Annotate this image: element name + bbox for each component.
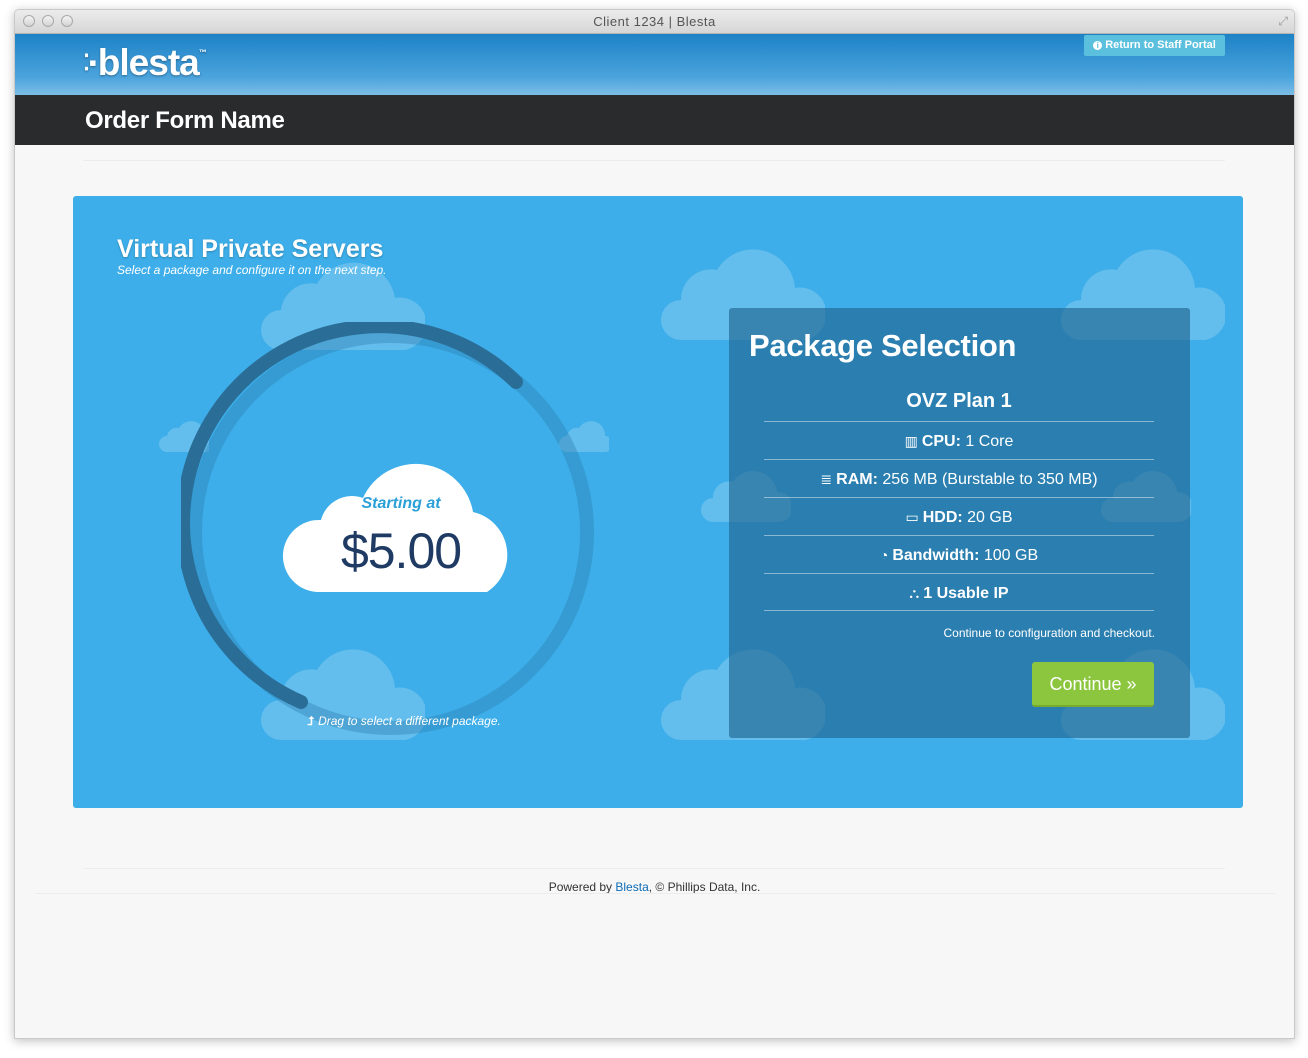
continue-button[interactable]: Continue » xyxy=(1032,662,1154,707)
logo-trademark: ™ xyxy=(198,48,207,57)
package-slider-panel: Virtual Private Servers Select a package… xyxy=(73,196,1243,808)
site-header: ⁚▪blesta™ i Return to Staff Portal xyxy=(15,34,1294,95)
spec-bandwidth: ◔ Bandwidth: 100 GB xyxy=(764,535,1154,573)
footer: Powered by Blesta, © Phillips Data, Inc. xyxy=(15,880,1294,894)
dial-handle[interactable] xyxy=(295,696,307,708)
arrow-up-icon: ⮥ xyxy=(307,714,315,728)
browser-window: Client 1234 | Blesta ⤢ ⁚▪blesta™ i Return… xyxy=(14,9,1295,1039)
window-titlebar: Client 1234 | Blesta ⤢ xyxy=(15,10,1294,34)
spec-value: 20 GB xyxy=(967,509,1013,526)
drag-hint: ⮥ Drag to select a different package. xyxy=(307,714,501,729)
starting-at-label: Starting at xyxy=(361,495,441,512)
sitemap-icon: ⛬ xyxy=(909,585,920,601)
drag-hint-text: Drag to select a different package. xyxy=(318,714,501,728)
spec-label: RAM: xyxy=(836,471,878,488)
divider xyxy=(35,893,1275,894)
info-icon: i xyxy=(1093,41,1103,50)
spec-label: Bandwidth: xyxy=(892,547,980,564)
divider xyxy=(764,610,1154,611)
footer-prefix: Powered by xyxy=(548,880,616,894)
spec-label: HDD: xyxy=(922,509,963,526)
staff-portal-label: Return to Staff Portal xyxy=(1105,39,1216,51)
page-title: Order Form Name xyxy=(85,107,285,134)
package-selection-box: Package Selection OVZ Plan 1 ▥ CPU: 1 Cor… xyxy=(729,308,1190,738)
footer-copyright: , © Phillips Data, Inc. xyxy=(648,880,761,894)
logo-mark-icon: ⁚▪ xyxy=(83,50,97,75)
blesta-link[interactable]: Blesta xyxy=(615,880,648,894)
divider xyxy=(83,160,1225,161)
package-selection-heading: Package Selection xyxy=(749,328,1017,363)
spec-label: CPU: xyxy=(921,433,961,450)
blesta-logo[interactable]: ⁚▪blesta™ xyxy=(83,42,207,84)
logo-text: blesta xyxy=(97,42,200,83)
bar-chart-icon: ▥ xyxy=(904,433,918,449)
spec-value: 100 GB xyxy=(983,547,1039,564)
starting-price: $5.00 xyxy=(340,523,462,579)
hdd-icon: ▭ xyxy=(905,509,919,525)
spec-value: 1 Core xyxy=(965,433,1014,450)
database-icon: ≣ xyxy=(820,471,833,487)
spec-hdd: ▭ HDD: 20 GB xyxy=(764,497,1154,535)
product-group-title: Virtual Private Servers xyxy=(117,235,384,263)
checkout-note: Continue to configuration and checkout. xyxy=(943,626,1155,640)
spec-ip: ⛬ 1 Usable IP xyxy=(764,573,1154,611)
spec-cpu: ▥ CPU: 1 Core xyxy=(764,421,1154,459)
divider xyxy=(83,868,1225,869)
title-band: Order Form Name xyxy=(15,95,1294,145)
dashboard-icon: ◔ xyxy=(879,547,889,563)
product-group-subtitle: Select a package and configure it on the… xyxy=(117,263,387,277)
return-to-staff-portal-button[interactable]: i Return to Staff Portal xyxy=(1084,35,1225,56)
spec-label: 1 Usable IP xyxy=(923,585,1009,602)
spec-value: 256 MB (Burstable to 350 MB) xyxy=(882,471,1098,488)
fullscreen-icon[interactable]: ⤢ xyxy=(1278,14,1288,29)
spec-ram: ≣ RAM: 256 MB (Burstable to 350 MB) xyxy=(764,459,1154,497)
plan-name: OVZ Plan 1 xyxy=(906,390,1012,412)
window-title: Client 1234 | Blesta xyxy=(593,14,716,29)
